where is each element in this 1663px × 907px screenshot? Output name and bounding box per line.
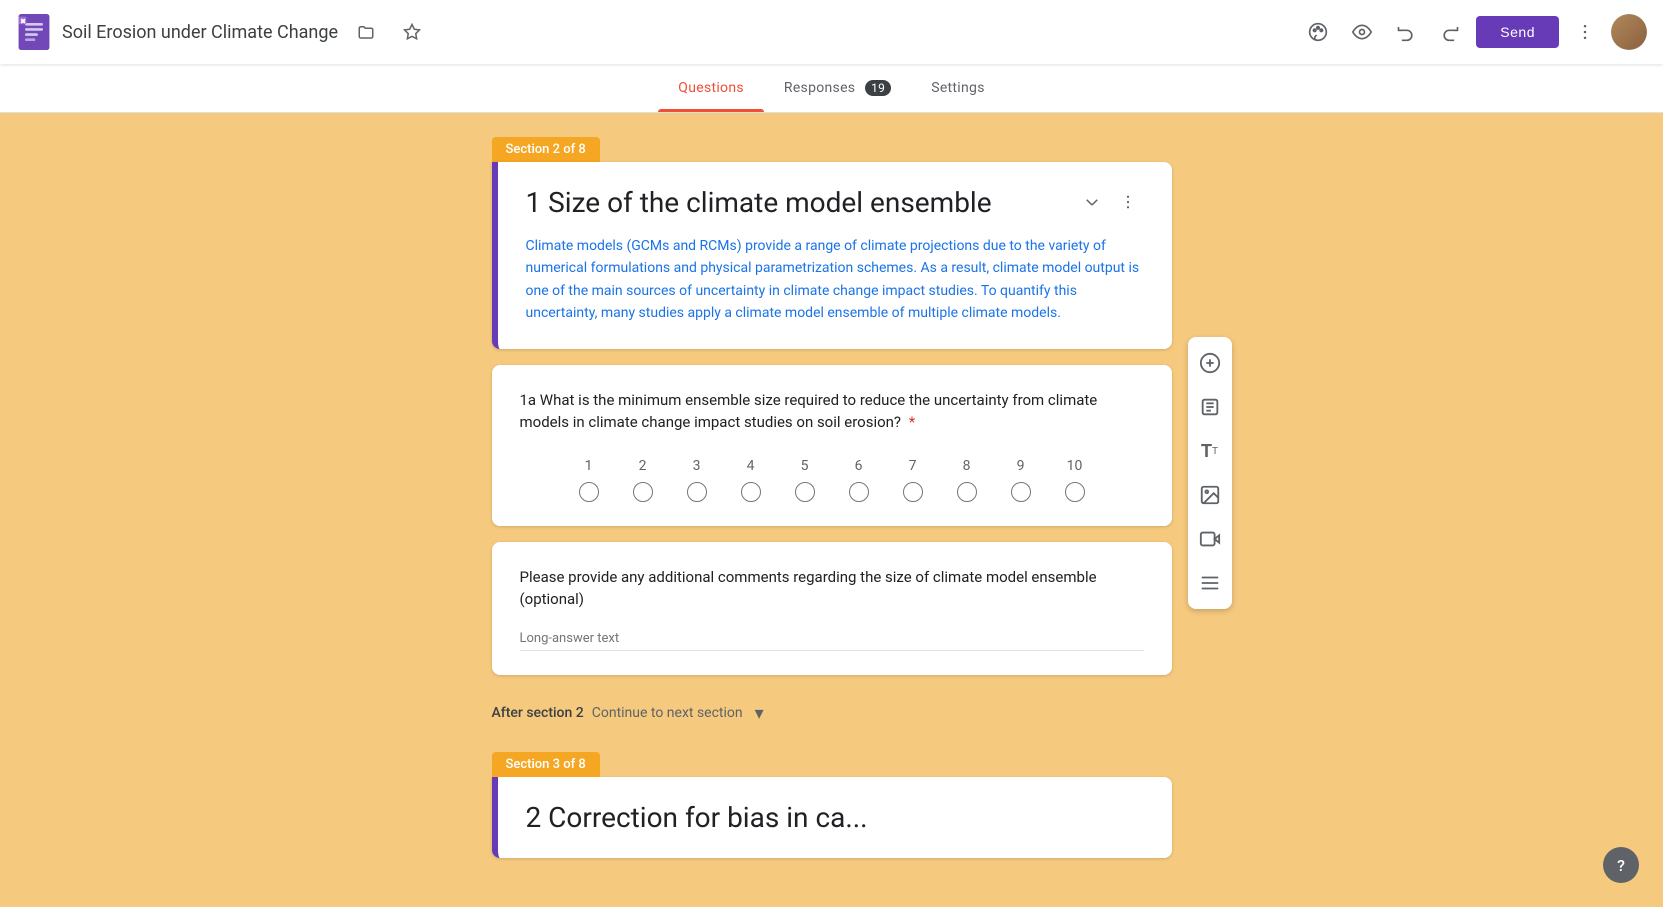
rating-radio-4[interactable] bbox=[724, 482, 778, 502]
rating-radio-10[interactable] bbox=[1048, 482, 1102, 502]
tab-questions[interactable]: Questions bbox=[658, 64, 764, 112]
comments-input[interactable] bbox=[520, 627, 1144, 651]
after-section-value: Continue to next section bbox=[592, 705, 743, 721]
rating-num-8: 8 bbox=[940, 458, 994, 474]
help-button[interactable]: ? bbox=[1603, 847, 1639, 883]
google-forms-icon bbox=[16, 12, 52, 52]
rating-num-6: 6 bbox=[832, 458, 886, 474]
section2-card: 1 Size of the climate model ensemble bbox=[492, 162, 1172, 349]
section3-badge: Section 3 of 8 bbox=[492, 752, 600, 777]
collapse-icon[interactable] bbox=[1076, 186, 1108, 218]
rating-num-9: 9 bbox=[994, 458, 1048, 474]
rating-radio-7[interactable] bbox=[886, 482, 940, 502]
rating-radio-3[interactable] bbox=[670, 482, 724, 502]
rating-scale: 1 2 3 4 5 6 7 8 9 10 bbox=[520, 458, 1144, 502]
rating-radio-2[interactable] bbox=[616, 482, 670, 502]
comments-card: Please provide any additional comments r… bbox=[492, 542, 1172, 675]
palette-icon[interactable] bbox=[1300, 14, 1336, 50]
section2-description: Climate models (GCMs and RCMs) provide a… bbox=[526, 235, 1144, 325]
responses-badge: 19 bbox=[865, 80, 891, 96]
add-title-btn[interactable]: T T bbox=[1188, 429, 1232, 473]
section2-wrapper: Section 2 of 8 1 Size of the climate mod… bbox=[492, 137, 1172, 365]
rating-num-1: 1 bbox=[562, 458, 616, 474]
add-section-btn[interactable] bbox=[1188, 561, 1232, 605]
document-title: Soil Erosion under Climate Change bbox=[62, 22, 338, 43]
import-question-btn[interactable] bbox=[1188, 385, 1232, 429]
rating-radios bbox=[562, 482, 1102, 502]
tab-settings[interactable]: Settings bbox=[911, 64, 1005, 112]
redo-icon[interactable] bbox=[1432, 14, 1468, 50]
floating-toolbar: T T bbox=[1188, 337, 1232, 609]
rating-num-4: 4 bbox=[724, 458, 778, 474]
required-star: * bbox=[909, 413, 915, 431]
tab-responses[interactable]: Responses 19 bbox=[764, 64, 911, 112]
rating-num-5: 5 bbox=[778, 458, 832, 474]
after-section-prefix: After section 2 bbox=[492, 705, 584, 721]
star-icon[interactable] bbox=[394, 14, 430, 50]
preview-icon[interactable] bbox=[1344, 14, 1380, 50]
add-video-btn[interactable] bbox=[1188, 517, 1232, 561]
folder-icon[interactable] bbox=[348, 14, 384, 50]
rating-radio-9[interactable] bbox=[994, 482, 1048, 502]
section3-card: 2 Correction for bias in ca... bbox=[492, 777, 1172, 858]
undo-icon[interactable] bbox=[1388, 14, 1424, 50]
rating-num-10: 10 bbox=[1048, 458, 1102, 474]
rating-numbers: 1 2 3 4 5 6 7 8 9 10 bbox=[562, 458, 1102, 474]
after-section: After section 2 Continue to next section… bbox=[492, 691, 1172, 736]
rating-radio-8[interactable] bbox=[940, 482, 994, 502]
add-question-btn[interactable] bbox=[1188, 341, 1232, 385]
topbar-right: Send bbox=[1300, 14, 1647, 50]
section2-badge: Section 2 of 8 bbox=[492, 137, 600, 162]
add-image-btn[interactable] bbox=[1188, 473, 1232, 517]
rating-num-3: 3 bbox=[670, 458, 724, 474]
question1a-text: 1a What is the minimum ensemble size req… bbox=[520, 389, 1144, 434]
more-options-icon[interactable] bbox=[1567, 14, 1603, 50]
section2-header: 1 Size of the climate model ensemble bbox=[526, 186, 1144, 219]
topbar: Soil Erosion under Climate Change bbox=[0, 0, 1663, 64]
section3-title: 2 Correction for bias in ca... bbox=[526, 801, 868, 834]
rating-radio-6[interactable] bbox=[832, 482, 886, 502]
nav-tabs: Questions Responses 19 Settings bbox=[0, 64, 1663, 113]
rating-num-7: 7 bbox=[886, 458, 940, 474]
rating-radio-5[interactable] bbox=[778, 482, 832, 502]
content-area: Section 2 of 8 1 Size of the climate mod… bbox=[492, 137, 1172, 858]
comments-label: Please provide any additional comments r… bbox=[520, 566, 1144, 611]
section2-title: 1 Size of the climate model ensemble bbox=[526, 186, 1076, 219]
section2-actions bbox=[1076, 186, 1144, 218]
after-section-dropdown[interactable]: ▾ bbox=[755, 703, 764, 724]
topbar-left: Soil Erosion under Climate Change bbox=[16, 12, 1300, 52]
rating-num-2: 2 bbox=[616, 458, 670, 474]
question1a-card: 1a What is the minimum ensemble size req… bbox=[492, 365, 1172, 526]
avatar[interactable] bbox=[1611, 14, 1647, 50]
section3-wrapper: Section 3 of 8 2 Correction for bias in … bbox=[492, 752, 1172, 858]
more-section-icon[interactable] bbox=[1112, 186, 1144, 218]
main-content: Section 2 of 8 1 Size of the climate mod… bbox=[0, 113, 1663, 882]
send-button[interactable]: Send bbox=[1476, 16, 1559, 48]
rating-radio-1[interactable] bbox=[562, 482, 616, 502]
